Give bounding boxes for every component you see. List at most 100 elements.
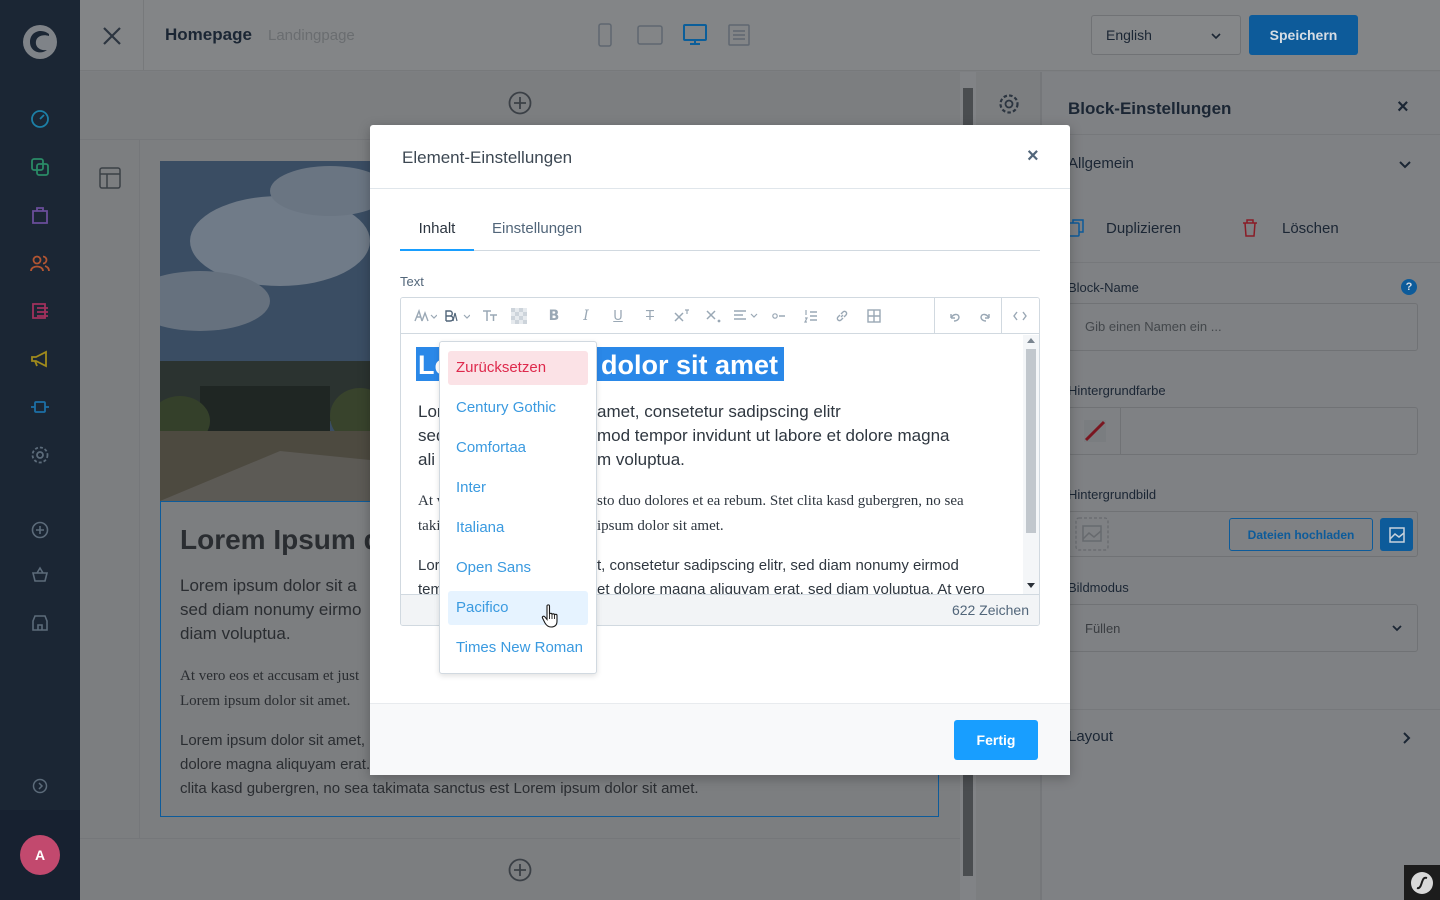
- font-option-times-new-roman[interactable]: Times New Roman: [448, 631, 588, 665]
- editor-serif-line-1b: sto duo dolores et ea rebum. Stet clita …: [597, 493, 964, 509]
- tab-einstellungen[interactable]: Einstellungen: [492, 217, 582, 251]
- strikethrough-icon[interactable]: T: [641, 298, 659, 334]
- save-button[interactable]: Speichern: [1249, 15, 1358, 55]
- text-color-icon[interactable]: [509, 298, 529, 334]
- link-icon[interactable]: [832, 298, 852, 334]
- modal-title: Element-Einstellungen: [402, 148, 573, 167]
- add-section-top-icon[interactable]: [508, 91, 532, 115]
- page-subtitle: Landingpage: [268, 27, 355, 44]
- bg-color-label: Hintergrundfarbe: [1068, 383, 1166, 398]
- font-option-century-gothic[interactable]: Century Gothic: [448, 391, 588, 425]
- image-mode-select[interactable]: Füllen: [1068, 604, 1418, 652]
- store-icon[interactable]: [28, 611, 52, 635]
- code-view-icon[interactable]: [1010, 298, 1030, 334]
- editor-sans-line-2b: et dolore magna aliquyam erat, sed diam …: [597, 581, 985, 594]
- catalogue-icon[interactable]: [28, 155, 52, 179]
- customers-icon[interactable]: [28, 251, 52, 275]
- font-family-icon[interactable]: [443, 298, 471, 334]
- device-desktop-icon[interactable]: [683, 24, 707, 46]
- color-swatch-icon[interactable]: [1069, 408, 1121, 454]
- close-icon: [102, 26, 121, 45]
- chevron-right-icon[interactable]: [1400, 731, 1414, 745]
- undo-icon[interactable]: [944, 298, 964, 334]
- editor-heading: dolor sit amet: [601, 350, 779, 380]
- font-option-open-sans[interactable]: Open Sans: [448, 551, 588, 585]
- table-icon[interactable]: [864, 298, 884, 334]
- bullet-list-icon[interactable]: [769, 298, 789, 334]
- font-option-comfortaa[interactable]: Comfortaa: [448, 431, 588, 465]
- editor-sans-line-1a: Lor: [418, 557, 440, 574]
- add-section-bottom-icon[interactable]: [508, 858, 532, 882]
- image-mode-value: Füllen: [1085, 621, 1121, 636]
- basket-icon[interactable]: [28, 563, 52, 587]
- duplicate-button[interactable]: Duplizieren: [1106, 220, 1181, 237]
- done-button[interactable]: Fertig: [954, 720, 1038, 760]
- font-option-reset[interactable]: Zurücksetzen: [448, 351, 588, 385]
- settings-icon[interactable]: [28, 443, 52, 467]
- media-library-button[interactable]: [1380, 518, 1413, 551]
- redo-icon[interactable]: [976, 298, 996, 334]
- editor-scrollbar[interactable]: [1023, 335, 1039, 594]
- panel-close-button[interactable]: ×: [1397, 96, 1409, 119]
- help-icon[interactable]: [28, 774, 52, 798]
- italic-icon[interactable]: I: [577, 298, 595, 334]
- bg-image-field[interactable]: Dateien hochladen: [1068, 511, 1418, 557]
- delete-button[interactable]: Löschen: [1282, 220, 1339, 237]
- bg-image-label: Hintergrundbild: [1068, 487, 1157, 502]
- editor-lead-line-3b: m voluptua.: [597, 450, 685, 469]
- language-select[interactable]: English: [1091, 15, 1241, 55]
- modal-footer: Fertig: [370, 703, 1070, 775]
- text-style-icon[interactable]: [479, 298, 501, 334]
- modal-tabs: Inhalt Einstellungen: [400, 217, 1040, 251]
- panel-title: Block-Einstellungen: [1068, 99, 1232, 118]
- image-placeholder-icon: [1075, 517, 1109, 551]
- orders-icon[interactable]: [28, 203, 52, 227]
- chevron-down-icon: [1211, 33, 1221, 40]
- section-layout-label[interactable]: Layout: [1068, 728, 1113, 745]
- superscript-icon[interactable]: [672, 298, 692, 334]
- modal-close-button[interactable]: ×: [1027, 145, 1039, 168]
- sidebar-settings-gear-icon[interactable]: [998, 93, 1020, 115]
- editor-lead-line-2b: mod tempor invidunt ut labore et dolore …: [597, 426, 950, 445]
- image-mode-label: Bildmodus: [1068, 580, 1129, 595]
- numbered-list-icon[interactable]: [801, 298, 821, 334]
- top-bar: Homepage Landingpage English Speichern: [80, 0, 1440, 71]
- chevron-down-icon[interactable]: [1398, 158, 1412, 172]
- align-icon[interactable]: [732, 298, 760, 334]
- avatar[interactable]: A: [20, 835, 60, 875]
- device-mobile-icon[interactable]: [598, 23, 612, 47]
- font-option-italiana[interactable]: Italiana: [448, 511, 588, 545]
- text-field-label: Text: [400, 274, 424, 289]
- trash-icon: [1243, 219, 1257, 237]
- font-option-pacifico[interactable]: Pacifico: [448, 591, 588, 625]
- editor-toolbar: B I U T: [401, 298, 1039, 334]
- dashboard-icon[interactable]: [28, 107, 52, 131]
- content-icon[interactable]: [28, 299, 52, 323]
- section-layout-icon[interactable]: [99, 167, 121, 189]
- font-size-icon[interactable]: [411, 298, 439, 334]
- block-settings-panel: Block-Einstellungen × Allgemein Duplizie…: [1041, 72, 1440, 900]
- structure-view-icon[interactable]: [728, 24, 750, 46]
- bold-icon[interactable]: B: [545, 298, 563, 334]
- bg-color-field[interactable]: [1068, 407, 1418, 455]
- canvas-heading: Lorem Ipsum d: [180, 524, 381, 555]
- underline-icon[interactable]: U: [609, 298, 627, 334]
- device-tablet-icon[interactable]: [637, 25, 663, 45]
- section-general-label[interactable]: Allgemein: [1068, 155, 1134, 172]
- block-name-input[interactable]: Gib einen Namen ein ...: [1068, 303, 1418, 351]
- marketing-icon[interactable]: [28, 347, 52, 371]
- extensions-icon[interactable]: [28, 395, 52, 419]
- subscript-icon[interactable]: [704, 298, 724, 334]
- add-icon[interactable]: [28, 518, 52, 542]
- font-option-inter[interactable]: Inter: [448, 471, 588, 505]
- symfony-toolbar-icon[interactable]: [1404, 865, 1440, 900]
- close-editor-button[interactable]: [80, 0, 144, 71]
- page-title: Homepage: [165, 25, 252, 44]
- help-icon[interactable]: ?: [1401, 279, 1417, 295]
- tab-inhalt[interactable]: Inhalt: [400, 217, 474, 251]
- shopware-logo-icon[interactable]: [22, 24, 58, 60]
- editor-serif-line-2b: ipsum dolor sit amet.: [597, 518, 724, 534]
- chevron-down-icon: [1392, 625, 1402, 632]
- upload-button[interactable]: Dateien hochladen: [1229, 518, 1373, 551]
- editor-lead-line-1b: amet, consetetur sadipscing elitr: [597, 402, 841, 421]
